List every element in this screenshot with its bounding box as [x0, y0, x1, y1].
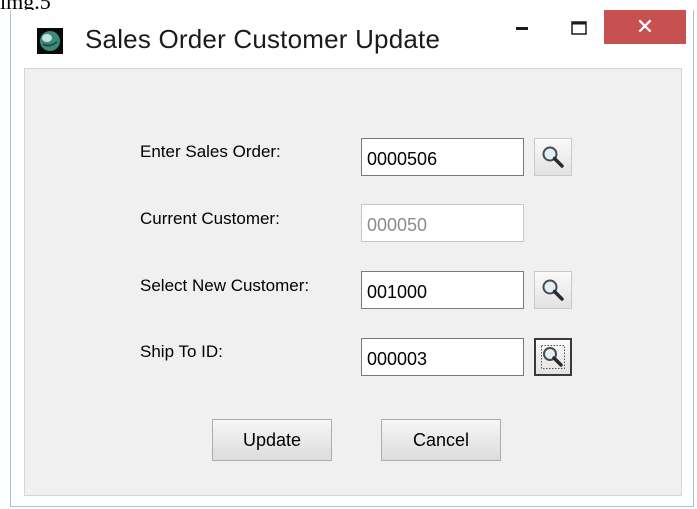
sales-order-lookup-button[interactable]: [534, 138, 572, 176]
cancel-button[interactable]: Cancel: [381, 419, 501, 461]
app-globe-icon: [37, 28, 63, 54]
close-button[interactable]: ✕: [604, 10, 686, 44]
maximize-icon: [571, 21, 587, 35]
current-customer-field: 000050: [361, 204, 524, 242]
magnifier-icon: [542, 279, 564, 301]
window-title: Sales Order Customer Update: [85, 24, 441, 54]
current-customer-label: Current Customer:: [140, 209, 280, 228]
ship-to-input[interactable]: 000003: [361, 338, 524, 376]
sales-order-input[interactable]: 0000506: [361, 138, 524, 176]
sales-order-label: Enter Sales Order:: [140, 142, 281, 161]
minimize-button[interactable]: [501, 10, 545, 46]
magnifier-icon: [542, 146, 564, 168]
close-icon: ✕: [635, 14, 655, 39]
minimize-icon: [516, 27, 528, 30]
update-button[interactable]: Update: [212, 419, 332, 461]
ship-to-lookup-button[interactable]: [534, 338, 572, 376]
maximize-button[interactable]: [557, 10, 601, 46]
new-customer-lookup-button[interactable]: [534, 271, 572, 309]
ship-to-label: Ship To ID:: [140, 342, 223, 361]
form-panel: Enter Sales Order: 0000506 Current Custo…: [24, 68, 682, 496]
new-customer-label: Select New Customer:: [140, 276, 310, 295]
new-customer-input[interactable]: 001000: [361, 271, 524, 309]
title-bar[interactable]: Sales Order Customer Update ✕: [11, 10, 693, 68]
dialog-window: Sales Order Customer Update ✕ Enter Sale…: [10, 10, 694, 507]
magnifier-icon: [541, 345, 565, 369]
